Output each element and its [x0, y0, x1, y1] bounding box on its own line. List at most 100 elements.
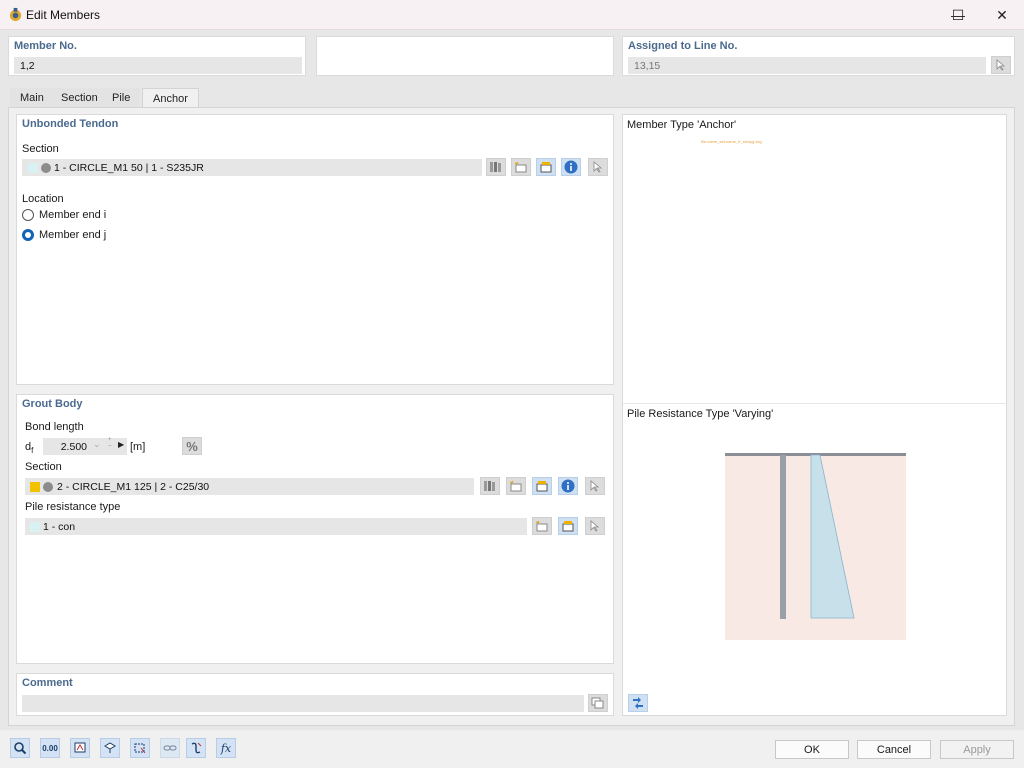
- tab-pile[interactable]: Pile: [102, 88, 141, 108]
- member-no-label: Member No.: [14, 40, 77, 52]
- preview-panel: Member Type 'Anchor' file:name_set:name_…: [622, 114, 1007, 716]
- preview-divider: [623, 403, 1006, 404]
- comment-panel: Comment: [16, 673, 614, 716]
- chevron-down-icon[interactable]: ⌄: [93, 439, 101, 450]
- section-shape-icon: [41, 163, 51, 173]
- window-title: Edit Members: [26, 8, 101, 22]
- assigned-line-label: Assigned to Line No.: [628, 40, 738, 52]
- chevron-right-icon[interactable]: ▶: [118, 440, 124, 449]
- bond-length-input[interactable]: 2.500: [43, 438, 127, 455]
- select-button[interactable]: [130, 738, 150, 758]
- comment-library-button[interactable]: [588, 694, 608, 712]
- percent-icon: %: [186, 438, 198, 454]
- comment-input[interactable]: [22, 695, 584, 712]
- edit-icon: [562, 521, 574, 532]
- tendon-section-select[interactable]: 1 - CIRCLE_M1 50 | 1 - S235JR: [22, 159, 482, 176]
- spin-icon[interactable]: ⁺ ⁻: [108, 437, 112, 451]
- pile-color-swatch: [30, 522, 40, 532]
- section-info-button[interactable]: [561, 158, 581, 176]
- unbonded-tendon-panel: Unbonded Tendon Section 1 - CIRCLE_M1 50…: [16, 114, 614, 385]
- tab-main[interactable]: Main: [10, 88, 54, 108]
- tab-anchor[interactable]: Anchor: [142, 88, 199, 108]
- cursor-pick-icon: [590, 480, 600, 492]
- grout-section-label: Section: [25, 461, 62, 473]
- pile-resistance-label: Pile resistance type: [25, 501, 121, 513]
- empty-header-panel: [316, 36, 614, 76]
- anchor-preview-title: Member Type 'Anchor': [627, 119, 737, 131]
- pick-section-button[interactable]: [588, 158, 608, 176]
- units-button[interactable]: 0.00: [40, 738, 60, 758]
- app-icon: [9, 7, 22, 22]
- pile-preview-title: Pile Resistance Type 'Varying': [627, 408, 774, 420]
- grout-section-select[interactable]: 2 - CIRCLE_M1 125 | 2 - C25/30: [25, 478, 474, 495]
- percent-button[interactable]: %: [182, 437, 202, 455]
- grout-new-section-button[interactable]: [506, 477, 526, 495]
- pile-edit-button[interactable]: [558, 517, 578, 535]
- view-button[interactable]: [100, 738, 120, 758]
- cancel-label: Cancel: [876, 743, 912, 756]
- pile-resistance-select[interactable]: 1 - con: [25, 518, 527, 535]
- edit-section-button[interactable]: [536, 158, 556, 176]
- view-icon: [104, 742, 116, 753]
- apply-label: Apply: [963, 743, 991, 756]
- pile-new-button[interactable]: [532, 517, 552, 535]
- cursor-pick-icon: [590, 520, 600, 532]
- unlink-button[interactable]: [186, 738, 206, 758]
- location-option-j[interactable]: Member end j: [22, 229, 106, 241]
- tendon-section-value: 1 - CIRCLE_M1 50 | 1 - S235JR: [54, 162, 204, 174]
- formula-button[interactable]: fx: [216, 738, 236, 758]
- new-section-button[interactable]: [511, 158, 531, 176]
- info-icon: [564, 160, 578, 174]
- library-icon: [490, 162, 501, 172]
- pick-line-button[interactable]: [991, 56, 1011, 74]
- anchor-shaft: [780, 455, 786, 619]
- close-button[interactable]: ✕: [980, 0, 1024, 30]
- member-end-j-label: Member end j: [39, 229, 107, 241]
- tab-section-label: Section: [61, 92, 98, 104]
- info-icon: [561, 479, 575, 493]
- search-button[interactable]: [10, 738, 30, 758]
- tab-section[interactable]: Section: [51, 88, 108, 108]
- member-no-field[interactable]: 1,2: [14, 57, 302, 74]
- preview-refresh-button[interactable]: [628, 694, 648, 712]
- cursor-pick-icon: [593, 161, 603, 173]
- grout-section-color-swatch: [30, 482, 40, 492]
- edit-icon: [540, 162, 552, 173]
- grout-pick-section-button[interactable]: [585, 477, 605, 495]
- pile-pick-button[interactable]: [585, 517, 605, 535]
- new-icon: [535, 520, 548, 532]
- tab-anchor-label: Anchor: [153, 93, 188, 105]
- radio-member-end-j[interactable]: [22, 229, 34, 241]
- grout-section-shape-icon: [43, 482, 53, 492]
- copy-icon: [591, 697, 604, 709]
- cancel-button[interactable]: Cancel: [857, 740, 931, 759]
- bond-symbol-subscript: f: [31, 446, 34, 456]
- maximize-button[interactable]: ☐: [936, 0, 980, 30]
- bond-length-symbol: df: [25, 441, 33, 455]
- link-button[interactable]: [160, 738, 180, 758]
- unbonded-tendon-title: Unbonded Tendon: [22, 118, 119, 130]
- library-icon: [484, 481, 495, 491]
- apply-button[interactable]: Apply: [940, 740, 1014, 759]
- section-label: Section: [22, 143, 59, 155]
- maximize-icon: ☐: [951, 6, 965, 23]
- radio-member-end-i[interactable]: [22, 209, 34, 221]
- display-icon: [74, 742, 86, 753]
- grout-section-value: 2 - CIRCLE_M1 125 | 2 - C25/30: [57, 481, 210, 493]
- section-color-swatch: [28, 163, 38, 173]
- grout-section-library-button[interactable]: [480, 477, 500, 495]
- grout-edit-section-button[interactable]: [532, 477, 552, 495]
- display-button[interactable]: [70, 738, 90, 758]
- unlink-icon: [191, 742, 202, 754]
- grout-section-info-button[interactable]: [558, 477, 578, 495]
- section-library-button[interactable]: [486, 158, 506, 176]
- member-end-i-label: Member end i: [39, 209, 107, 221]
- close-icon: ✕: [996, 6, 1008, 23]
- tab-main-label: Main: [20, 92, 44, 104]
- location-option-i[interactable]: Member end i: [22, 209, 106, 221]
- tab-pile-label: Pile: [112, 92, 131, 104]
- assigned-line-field[interactable]: 13,15: [628, 57, 986, 74]
- ok-button[interactable]: OK: [775, 740, 849, 759]
- pile-resistance-value: 1 - con: [43, 521, 76, 533]
- bond-length-label: Bond length: [25, 421, 84, 433]
